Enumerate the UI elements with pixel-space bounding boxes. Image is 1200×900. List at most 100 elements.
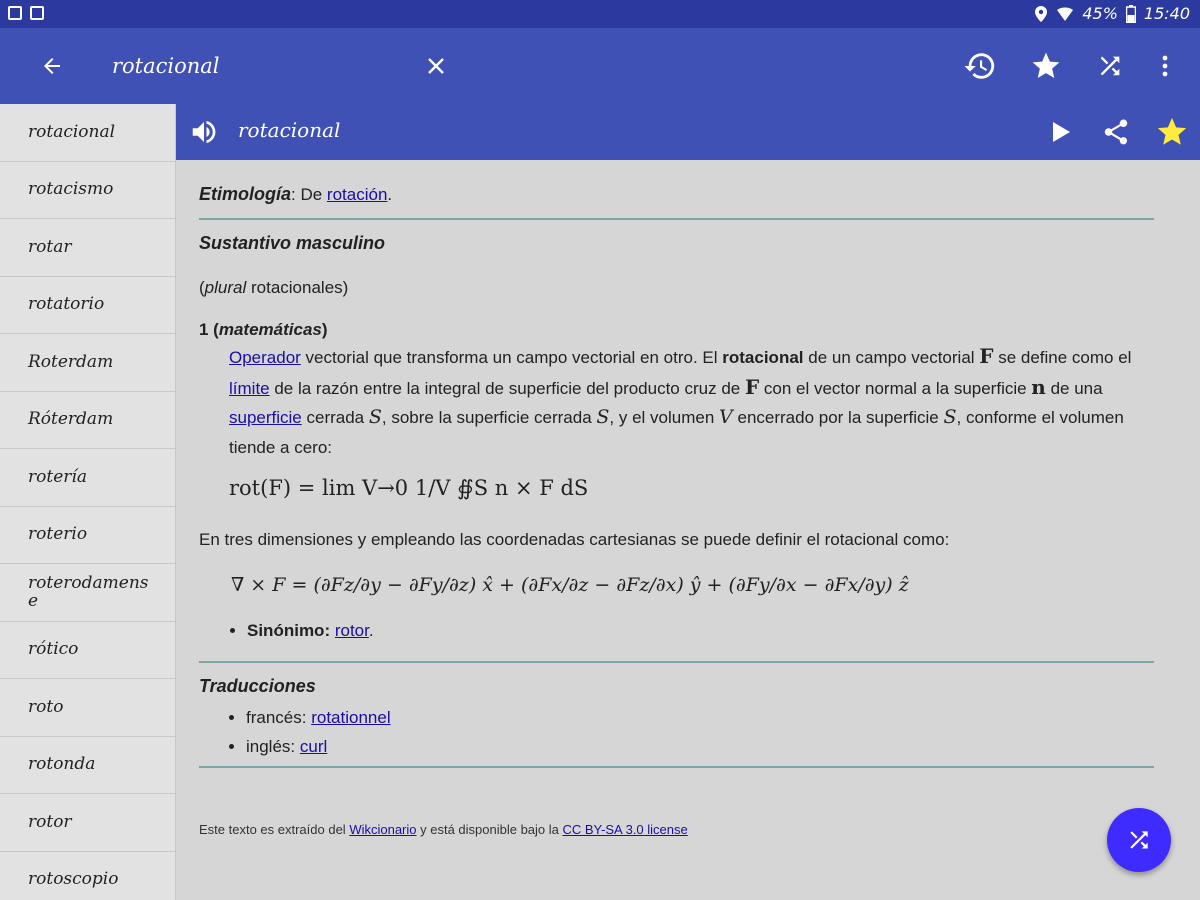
share-button[interactable] — [1096, 112, 1136, 152]
entry-title: rotacional — [238, 118, 341, 142]
sense-num: 1 ( — [199, 320, 219, 339]
math-symbol: S — [368, 406, 382, 428]
favorites-button[interactable] — [1022, 42, 1070, 90]
def-text: , sobre la superficie cerrada — [381, 408, 597, 427]
word-list: rotacional rotacismo rotar rotatorio Rot… — [0, 104, 176, 900]
speaker-icon — [192, 121, 216, 143]
list-item[interactable]: roterio — [0, 507, 175, 564]
definition-link-operador[interactable]: Operador — [229, 348, 301, 367]
list-item[interactable]: rotería — [0, 449, 175, 507]
footer-text: y está disponible bajo la — [416, 822, 563, 837]
photo-notification-icon — [30, 6, 44, 20]
translation-lang: inglés: — [246, 737, 300, 756]
plural-label: plural — [204, 278, 247, 297]
license-footer: Este texto es extraído del Wikcionario y… — [199, 822, 688, 837]
part-of-speech-heading: Sustantivo masculino — [199, 233, 386, 253]
clear-icon — [428, 58, 444, 74]
list-item[interactable]: rotar — [0, 219, 175, 277]
search-input[interactable] — [112, 50, 412, 82]
list-item: Sinónimo: rotor. — [247, 616, 374, 645]
math-symbol: F — [979, 344, 994, 368]
license-link[interactable]: CC BY-SA 3.0 license — [562, 822, 687, 837]
pronounce-button[interactable] — [184, 112, 224, 152]
clear-search-button[interactable] — [412, 42, 460, 90]
translation-list: francés: rotationnel inglés: curl — [199, 703, 391, 761]
overflow-menu-button[interactable] — [1141, 42, 1189, 90]
list-item[interactable]: rotonda — [0, 737, 175, 794]
random-fab-button[interactable] — [1107, 808, 1171, 872]
definition: Operador vectorial que transforma un cam… — [229, 342, 1154, 462]
def-text: se define como el — [993, 348, 1132, 367]
def-text: , y el volumen — [609, 408, 720, 427]
gallery-notification-icon — [8, 6, 22, 20]
math-symbol: n — [1031, 374, 1046, 399]
play-button[interactable] — [1041, 112, 1081, 152]
history-icon — [964, 53, 995, 79]
star-icon — [1032, 52, 1060, 78]
math-symbol: S — [943, 406, 957, 428]
location-icon — [1035, 5, 1048, 22]
wikcionario-link[interactable]: Wikcionario — [349, 822, 416, 837]
sense-number: 1 (matemáticas) — [199, 320, 328, 340]
divider — [199, 661, 1154, 663]
sense-label: matemáticas — [218, 320, 322, 339]
list-item[interactable]: Róterdam — [0, 392, 175, 449]
etymology-text: : De — [291, 185, 327, 204]
definition-link-superficie[interactable]: superficie — [229, 408, 302, 427]
list-item[interactable]: roterodamense — [0, 564, 175, 622]
synonym-label: Sinónimo: — [247, 621, 331, 640]
translations-heading: Traducciones — [199, 676, 316, 696]
plural-line: (plural rotacionales) — [199, 278, 348, 298]
entry-content: Etimología: De rotación. Sustantivo masc… — [176, 160, 1200, 900]
list-item: francés: rotationnel — [246, 703, 391, 732]
history-button[interactable] — [956, 42, 1004, 90]
math-symbol: F — [744, 374, 760, 399]
synonym-end: . — [368, 621, 374, 640]
divider — [199, 766, 1154, 768]
list-item[interactable]: rotatorio — [0, 277, 175, 334]
formula-cartesian: ∇ × F = (∂Fz/∂y − ∂Fy/∂z) x̂ + (∂Fx/∂z −… — [231, 574, 909, 596]
back-button[interactable] — [28, 42, 76, 90]
formula-rot-definition: rot(F) = lim V→0 1/V ∯S n × F dS — [229, 476, 589, 500]
divider — [199, 218, 1154, 220]
etymology-label: Etimología — [199, 184, 292, 204]
def-text: de un campo vectorial — [803, 348, 980, 367]
back-arrow-icon — [44, 58, 60, 74]
list-item[interactable]: rotacional — [0, 104, 175, 162]
etymology: Etimología: De rotación. — [199, 184, 392, 205]
etymology-link[interactable]: rotación — [327, 185, 387, 204]
def-text: con el vector normal a la superficie — [759, 378, 1032, 398]
list-item[interactable]: rotoscopio — [0, 852, 175, 900]
def-bold: rotacional — [722, 348, 804, 367]
list-item: inglés: curl — [246, 732, 391, 761]
shuffle-icon — [1130, 831, 1148, 849]
wifi-icon — [1057, 6, 1074, 21]
list-item[interactable]: Roterdam — [0, 334, 175, 392]
plural-text: rotacionales) — [246, 278, 349, 297]
synonym-link[interactable]: rotor — [335, 621, 369, 640]
definition-link-limite[interactable]: límite — [229, 379, 270, 398]
favorite-toggle-button[interactable] — [1152, 112, 1192, 152]
synonym-list: Sinónimo: rotor. — [229, 616, 374, 645]
list-item[interactable]: rotor — [0, 794, 175, 852]
def-text: de una — [1045, 378, 1103, 398]
favorite-star-icon — [1157, 117, 1187, 145]
search-toolbar — [0, 28, 1200, 104]
entry-header: rotacional — [176, 104, 1200, 160]
battery-percent: 45% — [1082, 4, 1118, 23]
def-text: vectorial que transforma un campo vector… — [300, 348, 723, 367]
def-text: de la razón entre la integral de superfi… — [269, 378, 745, 398]
etymology-end: . — [387, 185, 393, 204]
list-item[interactable]: roto — [0, 679, 175, 737]
translation-link-fr[interactable]: rotationnel — [311, 708, 390, 727]
list-item[interactable]: rotacismo — [0, 162, 175, 219]
translation-link-en[interactable]: curl — [300, 737, 327, 756]
random-word-button[interactable] — [1086, 42, 1134, 90]
sense-close: ) — [321, 320, 328, 339]
list-item[interactable]: rótico — [0, 622, 175, 679]
def-text: cerrada — [301, 408, 369, 427]
footer-text: Este texto es extraído del — [199, 822, 350, 837]
shuffle-icon — [1100, 56, 1120, 76]
play-icon — [1053, 122, 1070, 142]
cartesian-sentence: En tres dimensiones y empleando las coor… — [199, 530, 950, 549]
